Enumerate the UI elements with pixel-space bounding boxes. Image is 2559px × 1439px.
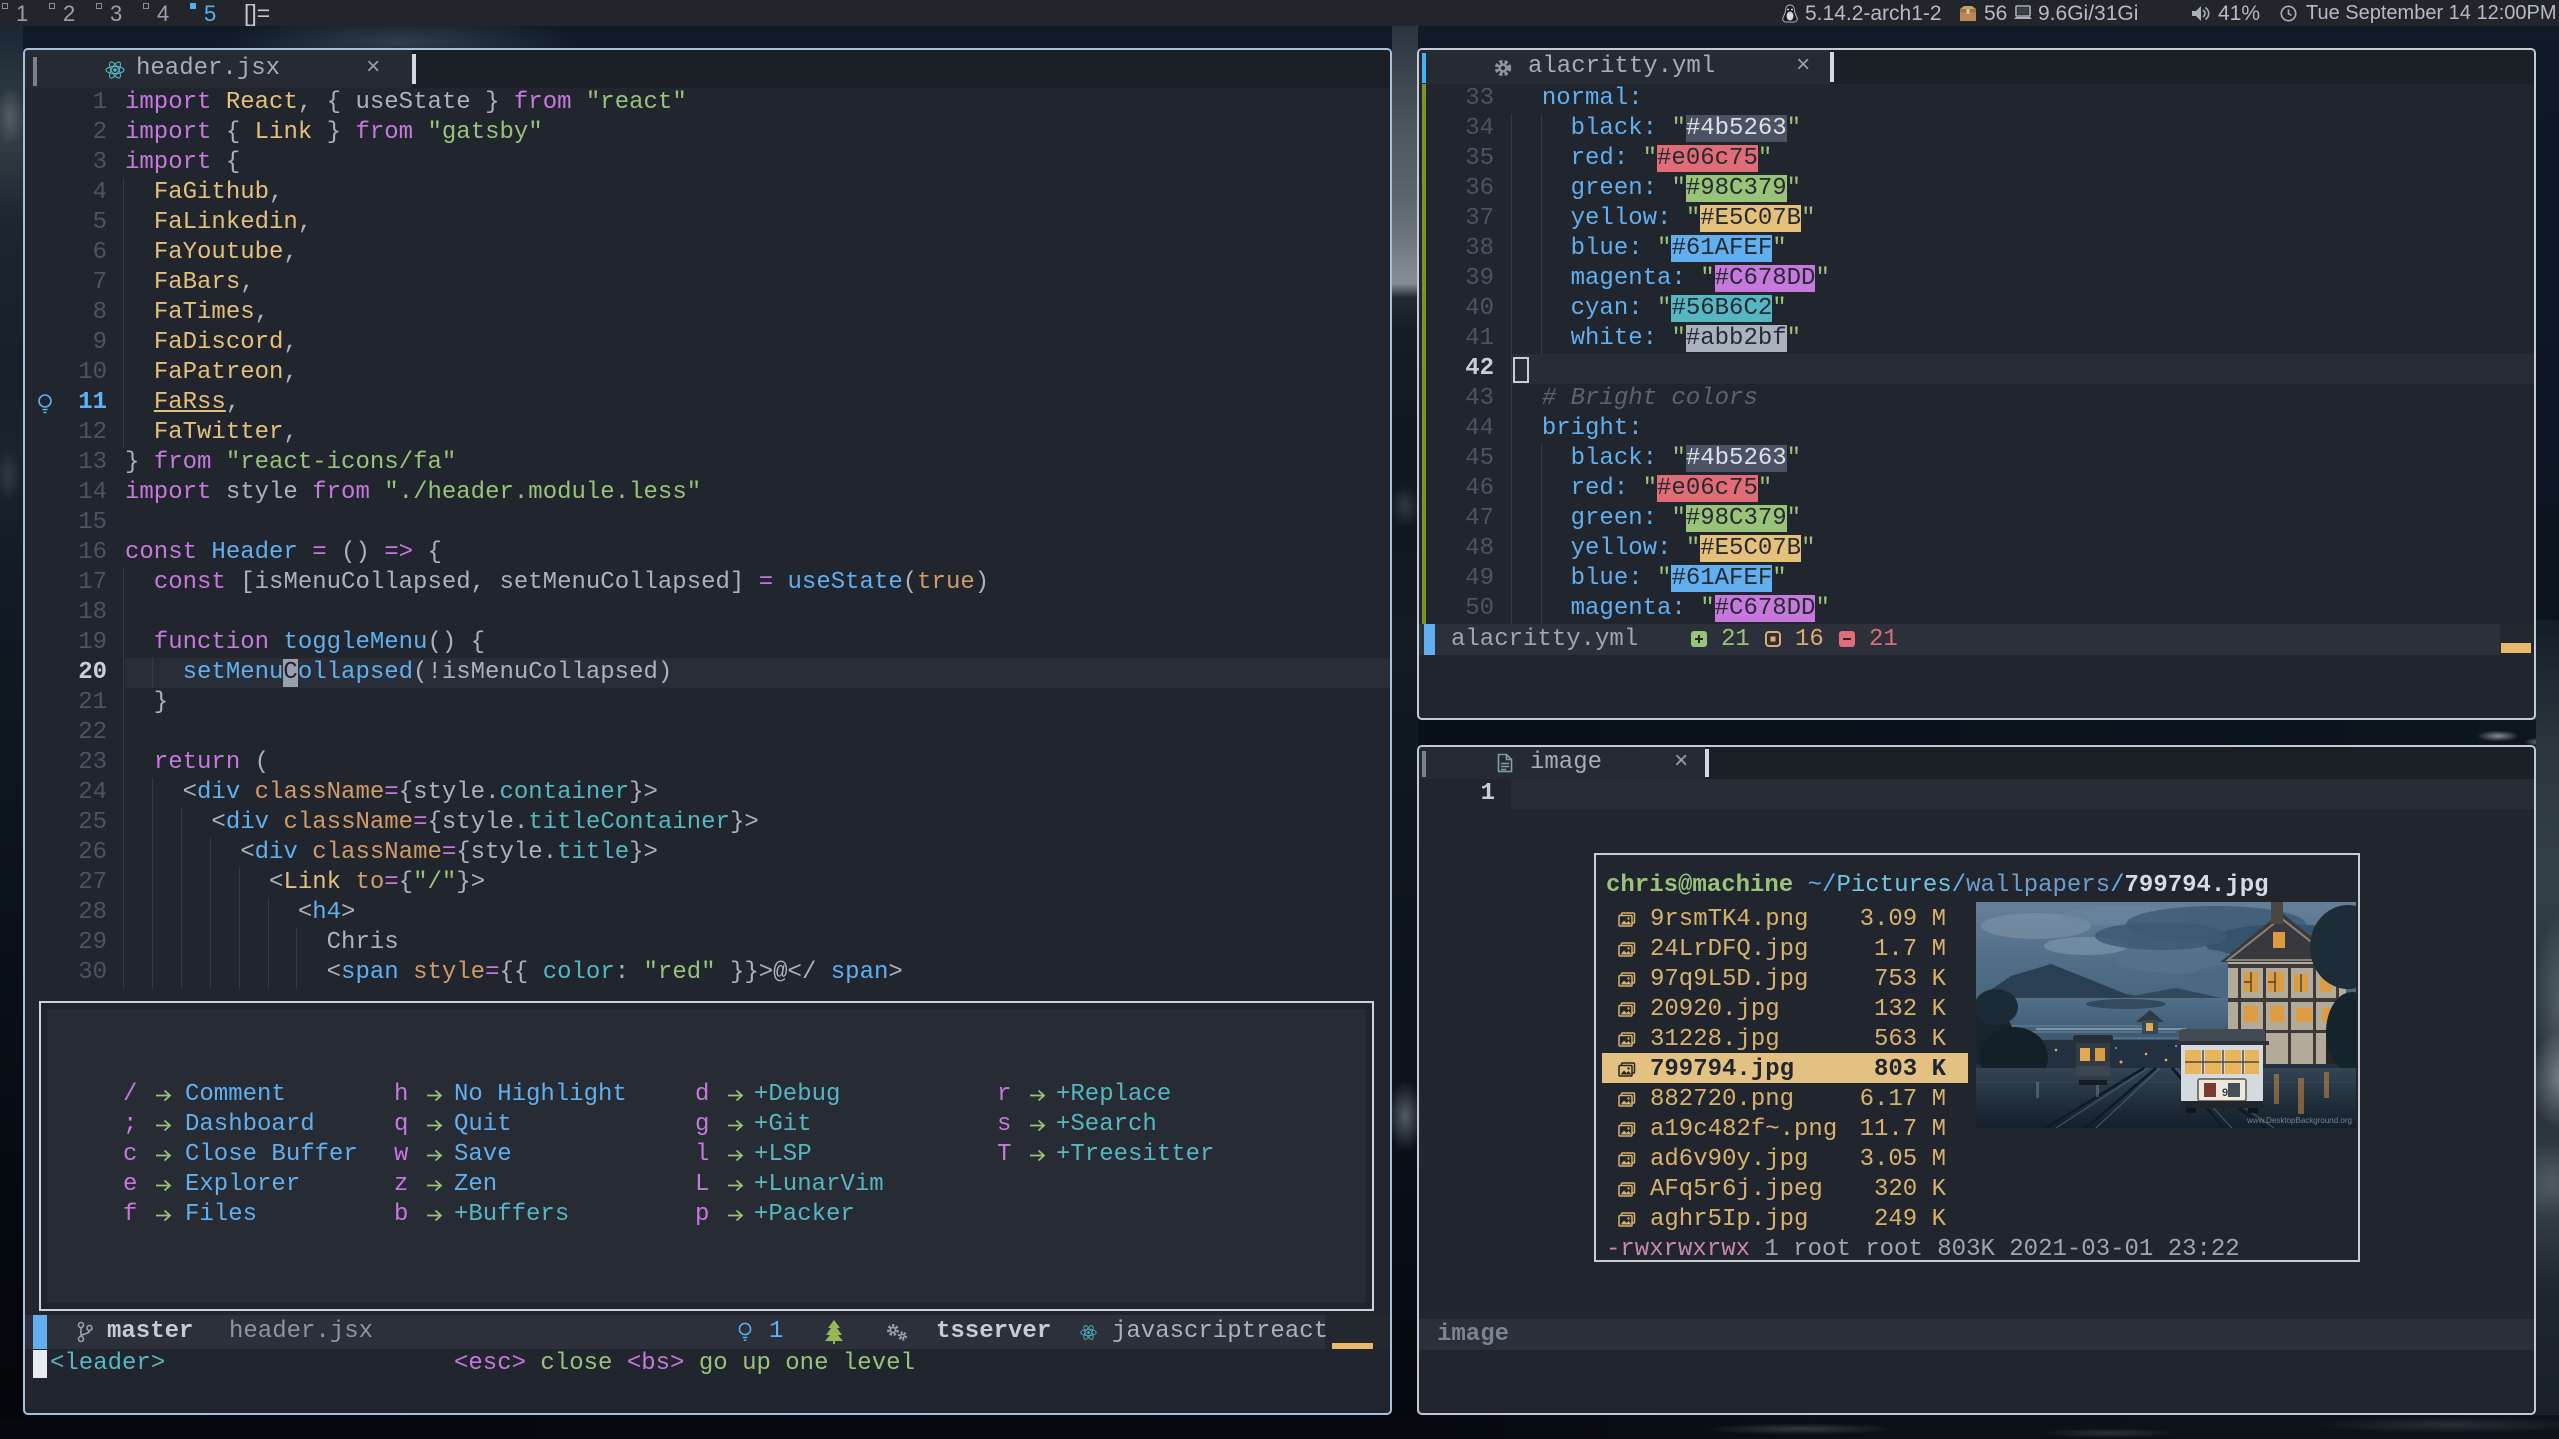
svg-text:www.DesktopBackground.org: www.DesktopBackground.org (2246, 1116, 2352, 1125)
svg-text:9: 9 (2222, 1087, 2228, 1099)
